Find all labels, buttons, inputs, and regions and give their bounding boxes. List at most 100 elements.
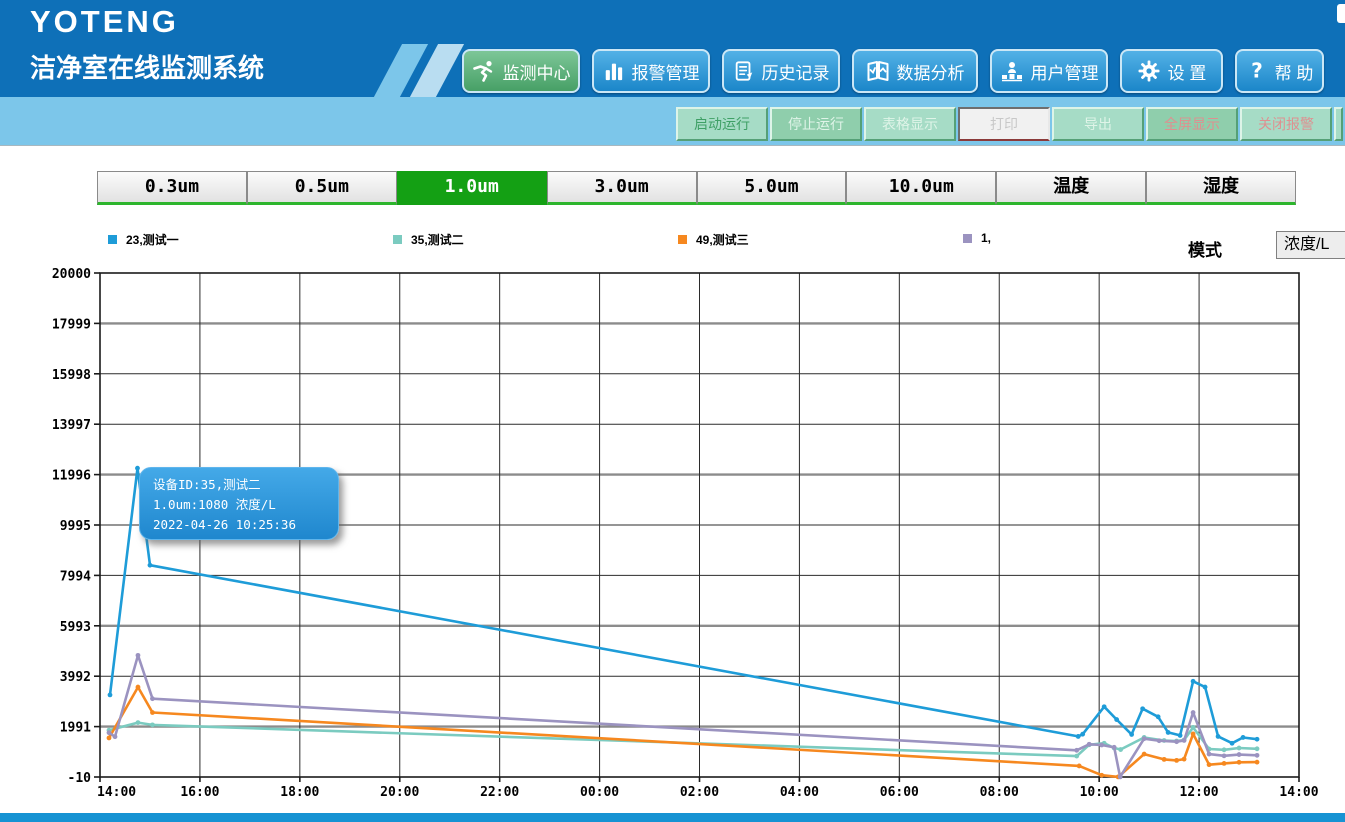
data-point	[1087, 742, 1092, 747]
data-point	[107, 730, 112, 735]
data-point	[1156, 714, 1161, 719]
nav-label: 历史记录	[762, 59, 830, 84]
x-axis-label: 18:00	[280, 785, 319, 800]
x-axis-label: 14:00	[97, 785, 136, 800]
data-point	[1255, 760, 1260, 765]
data-point	[1112, 745, 1117, 750]
data-point	[1222, 753, 1227, 758]
table-view-button[interactable]: 表格显示	[864, 107, 956, 141]
data-point	[148, 563, 153, 568]
data-point	[1191, 679, 1196, 684]
nav-button-data-analysis[interactable]: 数据分析	[852, 49, 978, 93]
data-point	[1230, 741, 1235, 746]
nav-button-history[interactable]: 历史记录	[722, 49, 840, 93]
legend-label: 1,	[981, 231, 991, 245]
partial-button[interactable]	[1334, 107, 1343, 141]
data-point	[108, 692, 113, 697]
tab-temperature[interactable]: 温度	[996, 171, 1146, 205]
export-button[interactable]: 导出	[1052, 107, 1144, 141]
nav-label: 设 置	[1168, 59, 1207, 84]
data-point	[1077, 764, 1082, 769]
tooltip-device: 设备ID:35,测试二	[153, 475, 338, 495]
toolbar: 启动运行 停止运行 表格显示 打印 导出 全屏显示 关闭报警	[676, 107, 1343, 141]
tab-0-3um[interactable]: 0.3um	[97, 171, 247, 205]
app-subtitle: 洁净室在线监测系统	[30, 48, 264, 85]
users-icon	[1000, 59, 1024, 83]
data-point	[1255, 746, 1260, 751]
series-3	[107, 653, 1260, 779]
data-point	[1178, 733, 1183, 738]
x-axis-label: 12:00	[1180, 785, 1219, 800]
x-axis-label: 10:00	[1080, 785, 1119, 800]
data-point	[1182, 738, 1187, 743]
data-point	[1222, 761, 1227, 766]
x-axis-label: 22:00	[480, 785, 519, 800]
tab-10-0um[interactable]: 10.0um	[846, 171, 996, 205]
x-axis-label: 06:00	[880, 785, 919, 800]
data-point	[1076, 734, 1081, 739]
data-point	[1118, 747, 1123, 752]
y-axis-label: 7994	[60, 569, 91, 584]
data-point	[1241, 735, 1246, 740]
footer-bar	[0, 813, 1345, 822]
svg-text:?: ?	[1251, 59, 1263, 82]
tab-humidity[interactable]: 湿度	[1146, 171, 1296, 205]
x-axis-label: 02:00	[680, 785, 719, 800]
tab-0-5um[interactable]: 0.5um	[247, 171, 397, 205]
close-alarm-button[interactable]: 关闭报警	[1240, 107, 1332, 141]
data-point	[1237, 760, 1242, 765]
data-point	[113, 734, 118, 739]
y-axis-label: 15998	[52, 368, 91, 383]
tooltip-time: 2022-04-26 10:25:36	[153, 515, 338, 535]
nav-button-settings[interactable]: 设 置	[1120, 49, 1223, 93]
y-axis-label: 1991	[60, 721, 91, 736]
x-axis-label: 08:00	[980, 785, 1019, 800]
y-axis-label: 5993	[60, 620, 91, 635]
gear-icon	[1137, 59, 1161, 83]
start-run-button[interactable]: 启动运行	[676, 107, 768, 141]
legend-swatch	[963, 234, 972, 243]
nav-button-monitor-center[interactable]: 监测中心	[462, 49, 580, 93]
tab-3-0um[interactable]: 3.0um	[547, 171, 697, 205]
data-point	[1157, 738, 1162, 743]
fullscreen-button[interactable]: 全屏显示	[1146, 107, 1238, 141]
stop-run-button[interactable]: 停止运行	[770, 107, 862, 141]
x-axis-label: 16:00	[180, 785, 219, 800]
legend-item[interactable]: 1,	[963, 231, 991, 245]
nav-label: 报警管理	[632, 59, 700, 84]
question-icon: ?	[1246, 59, 1268, 83]
particle-size-tabs: 0.3um 0.5um 1.0um 3.0um 5.0um 10.0um 温度 …	[97, 171, 1296, 205]
y-axis-label: 20000	[52, 267, 91, 282]
series-2	[107, 685, 1260, 780]
data-point	[1129, 732, 1134, 737]
data-point	[1237, 752, 1242, 757]
data-point	[1191, 732, 1196, 737]
history-icon	[733, 60, 755, 82]
legend-item[interactable]: 35,测试二	[393, 231, 464, 248]
data-point	[1182, 757, 1187, 762]
y-axis-label: -10	[68, 771, 92, 786]
tab-1-0um[interactable]: 1.0um	[397, 171, 547, 205]
window-control-partial[interactable]	[1337, 4, 1345, 23]
legend-item[interactable]: 49,测试三	[678, 231, 749, 248]
legend-item[interactable]: 23,测试一	[108, 231, 179, 248]
nav-button-alarm-management[interactable]: 报警管理	[592, 49, 710, 93]
nav-button-help[interactable]: ? 帮 助	[1235, 49, 1324, 93]
data-point	[1222, 747, 1227, 752]
y-axis-label: 3992	[60, 670, 91, 685]
data-point	[1142, 736, 1147, 741]
app-header: YOTENG 洁净室在线监测系统 监测中心 报警管理	[0, 0, 1345, 97]
tab-5-0um[interactable]: 5.0um	[697, 171, 847, 205]
print-button[interactable]: 打印	[958, 107, 1050, 141]
legend-swatch	[678, 235, 687, 244]
x-axis-label: 00:00	[580, 785, 619, 800]
data-point	[1099, 743, 1104, 748]
nav-label: 数据分析	[897, 59, 965, 84]
series-line	[109, 655, 1257, 777]
runner-icon	[472, 59, 496, 83]
nav-button-user-management[interactable]: 用户管理	[990, 49, 1108, 93]
data-point	[1118, 774, 1123, 779]
bar-chart-icon	[603, 60, 625, 82]
chart-tooltip: 设备ID:35,测试二 1.0um:1080 浓度/L 2022-04-26 1…	[139, 467, 339, 540]
data-point	[1207, 762, 1212, 767]
